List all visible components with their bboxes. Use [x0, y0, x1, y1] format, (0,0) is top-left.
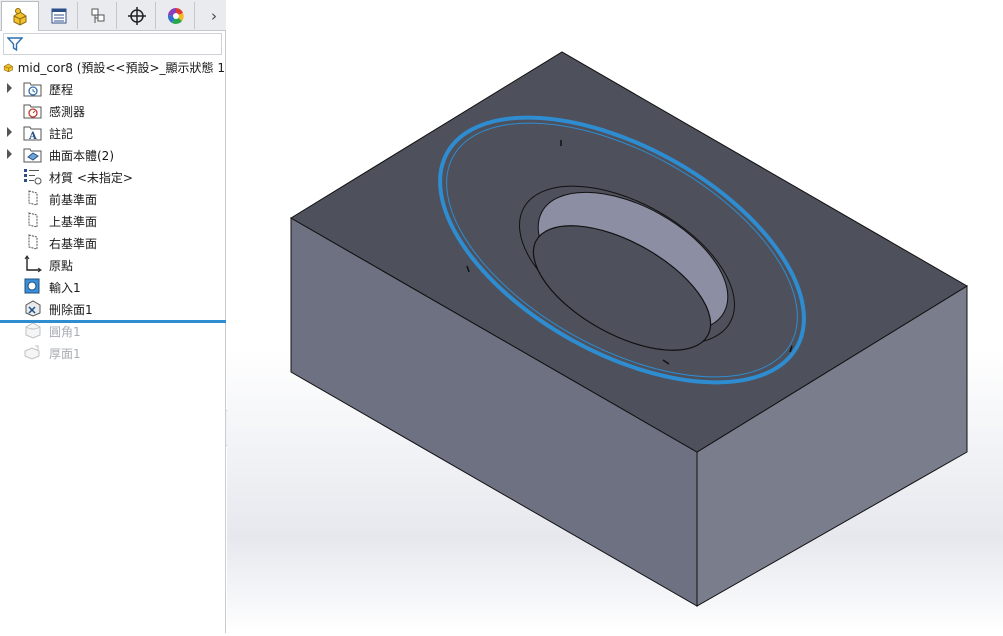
plane-icon [28, 190, 38, 206]
tree-item-history[interactable]: 歷程 [0, 77, 226, 99]
tab-configuration-manager[interactable] [79, 2, 117, 29]
svg-text:A: A [28, 131, 37, 141]
tree-item-label: 刪除面1 [49, 303, 93, 317]
tab-scroll-right-button[interactable]: › [204, 4, 224, 28]
annotation-folder-icon: A [23, 126, 42, 141]
expand-arrow-icon[interactable] [7, 127, 12, 137]
tree-item-label: 右基準面 [49, 237, 98, 251]
sensor-folder-icon [23, 104, 42, 119]
filter-icon [7, 37, 23, 52]
tab-dimxpert-manager[interactable] [118, 2, 156, 29]
color-wheel-icon [167, 7, 184, 24]
tree-item-label: 上基準面 [49, 215, 98, 229]
import-feature-icon [24, 278, 40, 294]
tree-item-delete-face1[interactable]: 刪除面1 [0, 297, 226, 319]
tree-item-right-plane[interactable]: 右基準面 [0, 231, 226, 253]
tree-item-material[interactable]: 材質 <未指定> [0, 165, 226, 187]
tab-property-manager[interactable] [40, 2, 78, 29]
tree-item-front-plane[interactable]: 前基準面 [0, 187, 226, 209]
tab-feature-manager[interactable] [1, 1, 39, 31]
graphics-viewport[interactable] [227, 0, 1003, 633]
tree-item-label: 原點 [49, 259, 74, 273]
expand-arrow-icon[interactable] [7, 149, 12, 159]
part-icon [3, 63, 13, 73]
delete-face-icon [25, 300, 41, 317]
thicken-icon [24, 345, 40, 360]
tree-root-label: mid_cor8 (預設<<預設>_顯示狀態 1 [17, 60, 225, 75]
tree-item-label: 材質 <未指定> [49, 171, 133, 185]
part-tree-icon [13, 7, 27, 26]
tree-item-label: 曲面本體(2) [49, 149, 114, 163]
tree-item-origin[interactable]: 原點 [0, 253, 226, 275]
tree-item-import1[interactable]: 輸入1 [0, 275, 226, 297]
tree-item-annotations[interactable]: A 註記 [0, 121, 226, 143]
tree-item-thicken1[interactable]: 厚面1 [0, 341, 226, 363]
tree-item-label: 感測器 [49, 105, 86, 119]
tree-item-surface-bodies[interactable]: 曲面本體(2) [0, 143, 226, 165]
tree-item-sensors[interactable]: 感測器 [0, 99, 226, 121]
tree-item-label: 圓角1 [49, 325, 81, 339]
property-list-icon [51, 8, 66, 23]
tree-item-label: 輸入1 [49, 281, 81, 295]
origin-icon [24, 255, 42, 273]
tree-item-label: 厚面1 [49, 347, 81, 361]
model-3d-view[interactable] [227, 0, 1003, 633]
rollback-bar[interactable] [0, 320, 226, 323]
tree-item-label: 歷程 [49, 83, 74, 97]
surface-bodies-folder-icon [23, 148, 42, 163]
plane-icon [28, 234, 38, 250]
expand-arrow-icon[interactable] [7, 83, 12, 93]
feature-manager-panel: › mid_cor8 (預設<<預設>_顯示狀態 1 歷程 感測器 A 註記 曲… [0, 0, 226, 633]
tree-root-part[interactable]: mid_cor8 (預設<<預設>_顯示狀態 1 [3, 57, 225, 77]
tree-item-label: 前基準面 [49, 193, 98, 207]
plane-icon [28, 212, 38, 228]
tree-filter-input[interactable] [3, 33, 222, 55]
tree-item-label: 註記 [49, 127, 74, 141]
material-icon [24, 169, 42, 185]
configuration-icon [91, 8, 104, 23]
history-folder-icon [23, 82, 42, 97]
manager-tab-bar: › [0, 0, 226, 31]
tree-item-top-plane[interactable]: 上基準面 [0, 209, 226, 231]
fillet-icon [25, 322, 41, 339]
tab-display-manager[interactable] [157, 2, 195, 29]
crosshair-icon [127, 6, 146, 25]
